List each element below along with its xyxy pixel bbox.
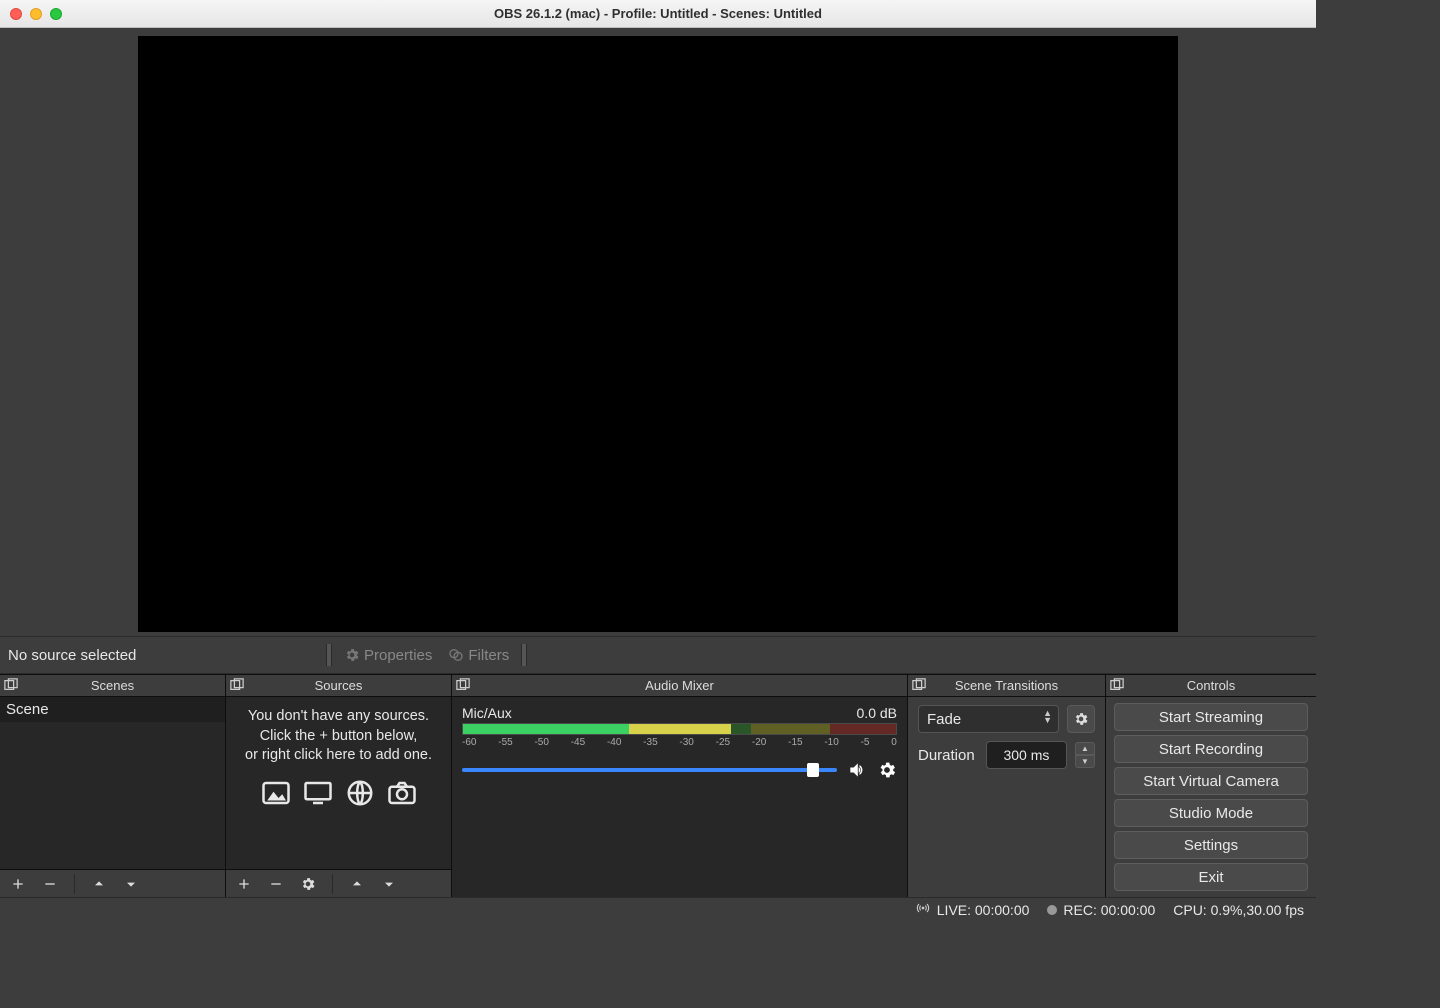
- mixer-panel-title: Audio Mixer: [645, 678, 714, 693]
- filters-label: Filters: [468, 647, 509, 664]
- undock-icon[interactable]: [230, 678, 244, 692]
- properties-label: Properties: [364, 647, 432, 664]
- program-preview[interactable]: [138, 36, 1178, 632]
- controls-panel-header: Controls: [1106, 675, 1316, 697]
- sources-empty-message: You don't have any sources. Click the + …: [226, 697, 451, 808]
- move-scene-down-button[interactable]: [117, 873, 145, 895]
- chevron-down-icon: [123, 876, 139, 892]
- chevron-down-icon: [381, 876, 397, 892]
- speaker-icon[interactable]: [847, 760, 867, 780]
- sources-panel-title: Sources: [315, 678, 363, 693]
- exit-button[interactable]: Exit: [1114, 863, 1308, 891]
- move-scene-up-button[interactable]: [85, 873, 113, 895]
- start-streaming-button[interactable]: Start Streaming: [1114, 703, 1308, 731]
- toolbar-gripper[interactable]: [521, 644, 527, 666]
- plus-icon: [10, 876, 26, 892]
- source-selection-status: No source selected: [8, 647, 136, 664]
- gear-icon: [1073, 711, 1089, 727]
- properties-button[interactable]: Properties: [336, 643, 440, 668]
- move-source-down-button[interactable]: [375, 873, 403, 895]
- undock-icon[interactable]: [912, 678, 926, 692]
- remove-scene-button[interactable]: [36, 873, 64, 895]
- mixer-channel-name: Mic/Aux: [462, 705, 512, 721]
- gear-icon[interactable]: [877, 760, 897, 780]
- source-toolbar: No source selected Properties Filters: [0, 636, 1316, 674]
- start-virtual-camera-button[interactable]: Start Virtual Camera: [1114, 767, 1308, 795]
- duration-step-up[interactable]: ▲: [1075, 742, 1095, 755]
- undock-icon[interactable]: [456, 678, 470, 692]
- source-settings-button[interactable]: [294, 873, 322, 895]
- camera-icon: [384, 778, 420, 808]
- duration-field[interactable]: 300 ms: [986, 741, 1067, 769]
- window-titlebar: OBS 26.1.2 (mac) - Profile: Untitled - S…: [0, 0, 1316, 28]
- minus-icon: [268, 876, 284, 892]
- status-cpu: CPU: 0.9%,30.00 fps: [1173, 902, 1304, 918]
- status-bar: LIVE: 00:00:00 REC: 00:00:00 CPU: 0.9%,3…: [0, 897, 1316, 921]
- sources-panel-header: Sources: [226, 675, 451, 697]
- status-live: LIVE: 00:00:00: [937, 902, 1030, 918]
- scene-list-item[interactable]: Scene: [0, 697, 225, 722]
- duration-label: Duration: [918, 747, 978, 764]
- status-rec: REC: 00:00:00: [1063, 902, 1155, 918]
- remove-source-button[interactable]: [262, 873, 290, 895]
- scenes-panel-title: Scenes: [91, 678, 134, 693]
- controls-panel-title: Controls: [1187, 678, 1235, 693]
- scenes-panel-header: Scenes: [0, 675, 225, 697]
- volume-slider[interactable]: [462, 768, 837, 772]
- transitions-panel-title: Scene Transitions: [955, 678, 1058, 693]
- start-recording-button[interactable]: Start Recording: [1114, 735, 1308, 763]
- filters-button[interactable]: Filters: [440, 643, 517, 668]
- settings-button[interactable]: Settings: [1114, 831, 1308, 859]
- minus-icon: [42, 876, 58, 892]
- plus-icon: [236, 876, 252, 892]
- transitions-panel-header: Scene Transitions: [908, 675, 1105, 697]
- monitor-icon: [300, 778, 336, 808]
- globe-icon: [342, 778, 378, 808]
- duration-step-down[interactable]: ▼: [1075, 755, 1095, 768]
- filters-icon: [448, 647, 464, 663]
- gear-icon: [300, 876, 316, 892]
- studio-mode-button[interactable]: Studio Mode: [1114, 799, 1308, 827]
- add-scene-button[interactable]: [4, 873, 32, 895]
- mixer-channel-db: 0.0 dB: [857, 705, 897, 721]
- toolbar-gripper[interactable]: [326, 644, 332, 666]
- select-arrows-icon: ▲▼: [1043, 710, 1052, 724]
- chevron-up-icon: [349, 876, 365, 892]
- transition-settings-button[interactable]: [1067, 705, 1095, 733]
- broadcast-icon: [915, 900, 931, 919]
- image-icon: [258, 778, 294, 808]
- mixer-panel-header: Audio Mixer: [452, 675, 907, 697]
- record-indicator-icon: [1047, 905, 1057, 915]
- meter-ticks: -60-55-50-45-40-35-30-25-20-15-10-50: [462, 737, 897, 748]
- move-source-up-button[interactable]: [343, 873, 371, 895]
- gear-icon: [344, 647, 360, 663]
- audio-meter: [462, 723, 897, 735]
- add-source-button[interactable]: [230, 873, 258, 895]
- transition-select-value: Fade: [927, 711, 961, 728]
- preview-area: [0, 28, 1316, 636]
- mixer-body: Mic/Aux 0.0 dB -60-55-50-45-40-35-30-25-…: [452, 697, 907, 897]
- scenes-list[interactable]: Scene: [0, 697, 225, 869]
- chevron-up-icon: [91, 876, 107, 892]
- undock-icon[interactable]: [4, 678, 18, 692]
- sources-list[interactable]: You don't have any sources. Click the + …: [226, 697, 451, 869]
- window-title: OBS 26.1.2 (mac) - Profile: Untitled - S…: [0, 6, 1316, 21]
- transition-select[interactable]: Fade ▲▼: [918, 705, 1059, 733]
- undock-icon[interactable]: [1110, 678, 1124, 692]
